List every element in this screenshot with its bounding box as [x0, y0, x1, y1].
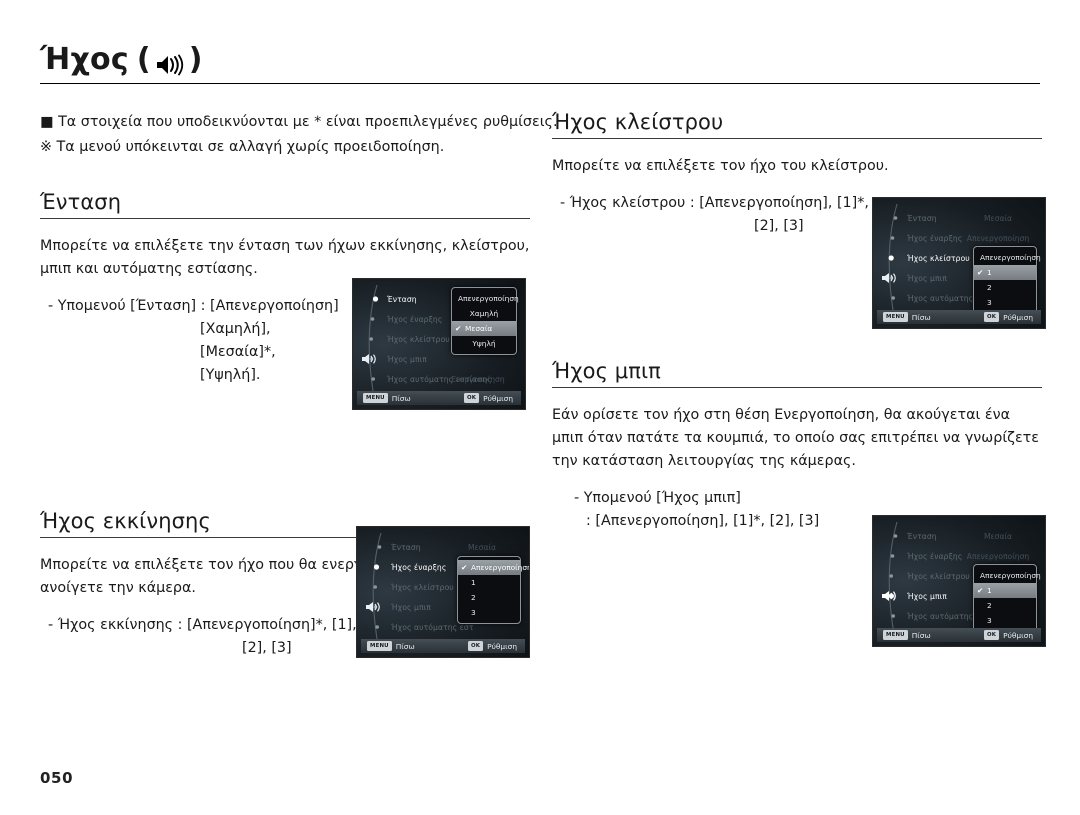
lcd-dropdown-option-startup-0-label: Απενεργοποίηση: [471, 563, 530, 572]
ok-label-startup: Ρύθμιση: [487, 641, 517, 651]
speaker-icon-lcd-startup: [365, 599, 383, 613]
ok-label-volume: Ρύθμιση: [483, 393, 513, 403]
section-beep-sound: Ήχος μπιπ Εάν ορίσετε τον ήχο στη θέση Ε…: [552, 359, 1042, 533]
lcd-dropdown-option-volume-1[interactable]: Χαμηλή: [452, 306, 516, 321]
speaker-icon-lcd-shutter: [881, 270, 899, 284]
lcd-screenshot-beep: Ένταση Ήχος έναρξης Ήχος κλείστρου Ήχος …: [872, 515, 1046, 647]
title-close-paren: ): [188, 42, 203, 77]
lcd-bottom-bar-beep: MENU Πίσω OK Ρύθμιση: [877, 628, 1041, 642]
checkmark-icon-startup: ✔: [461, 563, 468, 572]
page-title-text: Ήχος: [40, 42, 129, 77]
lcd-dropdown-option-volume-2[interactable]: ✔ Μεσαία: [452, 321, 516, 336]
checkmark-icon-beep: ✔: [977, 586, 984, 595]
menu-key-icon-beep[interactable]: MENU: [883, 630, 908, 640]
page-title: Ήχος ( ): [40, 42, 1040, 84]
lcd-dropdown-option-volume-2-label: Μεσαία: [465, 324, 493, 333]
ok-key-icon-shutter[interactable]: OK: [984, 312, 1000, 322]
section-shutter-divider: [552, 138, 1042, 139]
lcd-dropdown-startup[interactable]: ✔ Απενεργοποίηση 1 2 3: [457, 556, 529, 624]
lcd-dropdown-option-beep-2[interactable]: 2: [974, 598, 1036, 613]
section-beep-body: Εάν ορίσετε τον ήχο στη θέση Ενεργοποίησ…: [552, 407, 1040, 469]
lcd-dropdown-option-startup-3[interactable]: 3: [458, 605, 520, 620]
lcd-value-beep-0: Μεσαία: [983, 532, 1013, 541]
note-ref-marker: ※: [40, 139, 52, 155]
menu-key-icon-volume[interactable]: MENU: [363, 393, 388, 403]
lcd-dropdown-option-shutter-2[interactable]: 2: [974, 280, 1036, 295]
lcd-dropdown-option-shutter-1-label: 1: [987, 268, 992, 277]
speaker-icon: [155, 50, 185, 75]
speaker-icon-lcd-beep: [881, 588, 899, 602]
section-volume-heading: Ένταση: [40, 190, 122, 214]
lcd-dropdown-option-startup-0[interactable]: ✔ Απενεργοποίηση: [458, 560, 529, 575]
lcd-dropdown-option-shutter-0[interactable]: Απενεργοποίηση: [974, 250, 1041, 265]
note-line-1: ■ Τα στοιχεία που υποδεικνύονται με * εί…: [40, 110, 558, 135]
lcd-dropdown-shutter[interactable]: Απενεργοποίηση ✔ 1 2 3: [973, 246, 1041, 314]
section-volume-divider: [40, 218, 530, 219]
lcd-bottom-bar-volume: MENU Πίσω OK Ρύθμιση: [357, 391, 521, 405]
lcd-value-shutter-0: Μεσαία: [983, 214, 1013, 223]
notes-block: ■ Τα στοιχεία που υποδεικνύονται με * εί…: [40, 110, 558, 160]
lcd-dropdown-option-beep-1-label: 1: [987, 586, 992, 595]
lcd-dropdown-option-beep-1[interactable]: ✔ 1: [974, 583, 1036, 598]
note-line-2-text: Τα μενού υπόκεινται σε αλλαγή χωρίς προε…: [56, 139, 445, 155]
section-shutter-heading: Ήχος κλείστρου: [552, 110, 724, 134]
section-beep-divider: [552, 387, 1042, 388]
lcd-dropdown-option-startup-1[interactable]: 1: [458, 575, 520, 590]
beep-submenu-line-1: - Υπομενού [Ήχος μπιπ]: [574, 490, 741, 506]
ok-key-icon-startup[interactable]: OK: [468, 641, 484, 651]
lcd-dropdown-beep[interactable]: Απενεργοποίηση ✔ 1 2 3: [973, 564, 1041, 632]
lcd-screenshot-volume: Ένταση Ήχος έναρξης Ήχος κλείστρου Ήχος …: [352, 278, 526, 410]
back-label-startup: Πίσω: [395, 641, 415, 651]
lcd-dropdown-volume[interactable]: Απενεργοποίηση Χαμηλή ✔ Μεσαία Υψηλή: [451, 287, 519, 355]
checkmark-icon-shutter: ✔: [977, 268, 984, 277]
lcd-dropdown-option-beep-0[interactable]: Απενεργοποίηση: [974, 568, 1041, 583]
section-beep-heading: Ήχος μπιπ: [552, 359, 661, 383]
lcd-dropdown-option-shutter-1[interactable]: ✔ 1: [974, 265, 1036, 280]
note-line-2: ※ Τα μενού υπόκεινται σε αλλαγή χωρίς πρ…: [40, 135, 530, 160]
lcd-value-startup-0: Μεσαία: [467, 543, 497, 552]
ok-key-icon-beep[interactable]: OK: [984, 630, 1000, 640]
ok-label-shutter: Ρύθμιση: [1003, 312, 1033, 322]
lcd-bottom-bar-shutter: MENU Πίσω OK Ρύθμιση: [877, 310, 1041, 324]
menu-key-icon-shutter[interactable]: MENU: [883, 312, 908, 322]
lcd-screenshot-startup: Ένταση Ήχος έναρξης Ήχος κλείστρου Ήχος …: [356, 526, 530, 658]
lcd-dropdown-option-startup-2[interactable]: 2: [458, 590, 520, 605]
manual-page: Ήχος ( ) ■ Τα στοιχεία που υποδεικνύοντα…: [0, 0, 1080, 815]
title-divider: [40, 83, 1040, 84]
checkmark-icon-volume: ✔: [455, 324, 462, 333]
lcd-dropdown-option-volume-0[interactable]: Απενεργοποίηση: [452, 291, 519, 306]
lcd-dropdown-option-shutter-3[interactable]: 3: [974, 295, 1036, 310]
speaker-icon-lcd-volume: [361, 351, 379, 365]
lcd-screenshot-shutter: Ένταση Ήχος έναρξης Ήχος κλείστρου Ήχος …: [872, 197, 1046, 329]
lcd-bottom-bar-startup: MENU Πίσω OK Ρύθμιση: [361, 639, 525, 653]
note-bullet-marker: ■: [40, 114, 54, 130]
back-label-volume: Πίσω: [391, 393, 411, 403]
lcd-dropdown-option-beep-3[interactable]: 3: [974, 613, 1036, 628]
lcd-value-volume-4: Ενεργοποίηση: [451, 375, 505, 384]
back-label-shutter: Πίσω: [911, 312, 931, 322]
section-shutter-body: Μπορείτε να επιλέξετε τον ήχο του κλείστ…: [552, 158, 889, 174]
ok-key-icon-volume[interactable]: OK: [464, 393, 480, 403]
title-open-paren: (: [136, 42, 151, 77]
back-label-beep: Πίσω: [911, 630, 931, 640]
lcd-dropdown-option-volume-3[interactable]: Υψηλή: [452, 336, 516, 351]
section-volume-body: Μπορείτε να επιλέξετε την ένταση των ήχω…: [40, 238, 530, 277]
menu-key-icon-startup[interactable]: MENU: [367, 641, 392, 651]
page-number: 050: [40, 769, 74, 787]
ok-label-beep: Ρύθμιση: [1003, 630, 1033, 640]
note-line-1-text: Τα στοιχεία που υποδεικνύονται με * είνα…: [58, 114, 558, 130]
